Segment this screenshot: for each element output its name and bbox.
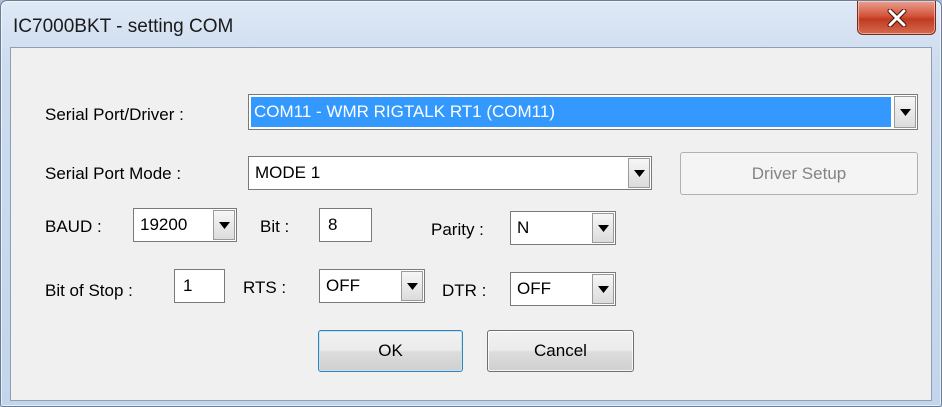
settings-dialog: IC7000BKT - setting COM Serial Port/Driv…: [0, 0, 942, 407]
bit-input[interactable]: 8: [319, 208, 372, 242]
rts-value: OFF: [326, 276, 360, 295]
bit-of-stop-input[interactable]: 1: [174, 269, 225, 303]
chevron-down-icon: [406, 282, 418, 290]
chevron-down-icon: [899, 108, 911, 116]
baud-label: BAUD :: [45, 217, 102, 236]
bit-of-stop-label: Bit of Stop :: [45, 281, 133, 300]
dialog-client-area: Serial Port/Driver : COM11 - WMR RIGTALK…: [10, 47, 932, 401]
dtr-dropdown-button[interactable]: [592, 274, 614, 304]
chevron-down-icon: [597, 224, 609, 232]
parity-select[interactable]: N: [510, 211, 616, 245]
serial-port-driver-select[interactable]: COM11 - WMR RIGTALK RT1 (COM11): [248, 94, 918, 130]
chevron-down-icon: [597, 285, 609, 293]
chevron-down-icon: [218, 221, 230, 229]
driver-setup-button[interactable]: Driver Setup: [680, 152, 918, 195]
rts-label: RTS :: [243, 278, 287, 297]
dtr-value: OFF: [517, 279, 551, 298]
serial-port-mode-label: Serial Port Mode :: [45, 164, 182, 183]
serial-port-driver-value: COM11 - WMR RIGTALK RT1 (COM11): [251, 97, 891, 127]
dtr-label: DTR :: [442, 281, 487, 300]
cancel-button[interactable]: Cancel: [487, 330, 634, 372]
parity-dropdown-button[interactable]: [592, 213, 614, 243]
parity-label: Parity :: [431, 220, 484, 239]
parity-value: N: [517, 218, 530, 237]
serial-port-mode-value: MODE 1: [255, 163, 321, 182]
serial-port-mode-dropdown-button[interactable]: [628, 158, 650, 188]
dtr-select[interactable]: OFF: [510, 272, 616, 306]
serial-port-driver-dropdown-button[interactable]: [894, 96, 916, 128]
ok-button[interactable]: OK: [318, 330, 463, 372]
bit-label: Bit :: [260, 217, 290, 236]
serial-port-mode-select[interactable]: MODE 1: [248, 156, 652, 190]
baud-dropdown-button[interactable]: [213, 210, 235, 240]
close-icon: [887, 8, 906, 27]
rts-select[interactable]: OFF: [319, 269, 425, 303]
window-title: IC7000BKT - setting COM: [13, 16, 234, 37]
rts-dropdown-button[interactable]: [401, 271, 423, 301]
chevron-down-icon: [633, 169, 645, 177]
baud-select[interactable]: 19200: [133, 208, 237, 242]
serial-port-driver-label: Serial Port/Driver :: [45, 105, 184, 124]
baud-value: 19200: [140, 215, 188, 234]
close-button[interactable]: [857, 1, 936, 35]
